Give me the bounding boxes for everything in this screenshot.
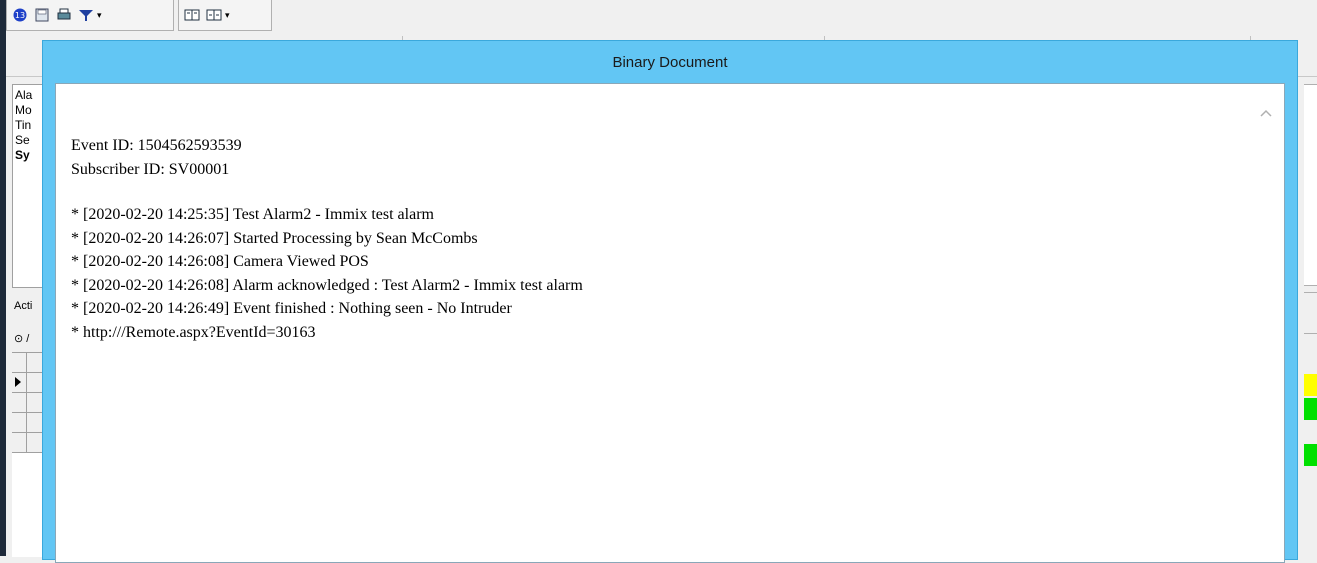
status-cell-yellow [1304,374,1317,396]
log-entry: * [2020-02-20 14:26:07] Started Processi… [71,229,478,247]
save-icon[interactable] [33,7,51,23]
right-info-box [1304,84,1317,286]
scroll-up-chevron-icon[interactable] [1260,108,1272,118]
print-icon[interactable] [55,7,73,23]
binary-document-dialog: Binary Document Event ID: 1504562593539 … [42,40,1298,563]
filter-icon[interactable] [77,7,95,23]
document-content-area[interactable]: Event ID: 1504562593539 Subscriber ID: S… [55,83,1285,563]
document-text: Event ID: 1504562593539 Subscriber ID: S… [71,134,583,344]
event-id-line: Event ID: 1504562593539 [71,137,242,154]
log-entry: * [2020-02-20 14:26:08] Camera Viewed PO… [71,253,369,270]
log-entry: * [2020-02-20 14:26:08] Alarm acknowledg… [71,276,583,294]
log-entry-link[interactable]: * http:///Remote.aspx?EventId=30163 [71,321,583,345]
svg-text:13: 13 [15,11,25,20]
subscriber-id-line: Subscriber ID: SV00001 [71,160,230,178]
number-badge-icon[interactable]: 13 [11,7,29,23]
actions-radio-button[interactable]: ⊙ / [14,332,29,345]
book-dropdown-arrow[interactable]: ▾ [225,10,230,21]
dialog-title-bar[interactable]: Binary Document [43,41,1297,83]
log-entry: * [2020-02-20 14:25:35] Test Alarm2 - Im… [71,206,434,223]
status-cell-green [1304,398,1317,420]
row-selector-arrow-icon [15,377,21,387]
right-toolbar-box [1304,292,1317,334]
filter-dropdown-arrow[interactable]: ▾ [97,10,102,21]
log-entry: * [2020-02-20 14:26:49] Event finished :… [71,300,512,317]
right-status-panel [1304,84,1317,556]
book-2-icon[interactable] [205,7,223,23]
dialog-title: Binary Document [612,53,728,71]
main-toolbar: 13 ▾ ▾ [6,0,1317,37]
toolbar-group-2: ▾ [178,0,272,31]
toolbar-group-1: 13 ▾ [6,0,174,31]
actions-label: Acti [14,300,33,312]
status-cell-green [1304,444,1317,466]
book-icon[interactable] [183,7,201,23]
